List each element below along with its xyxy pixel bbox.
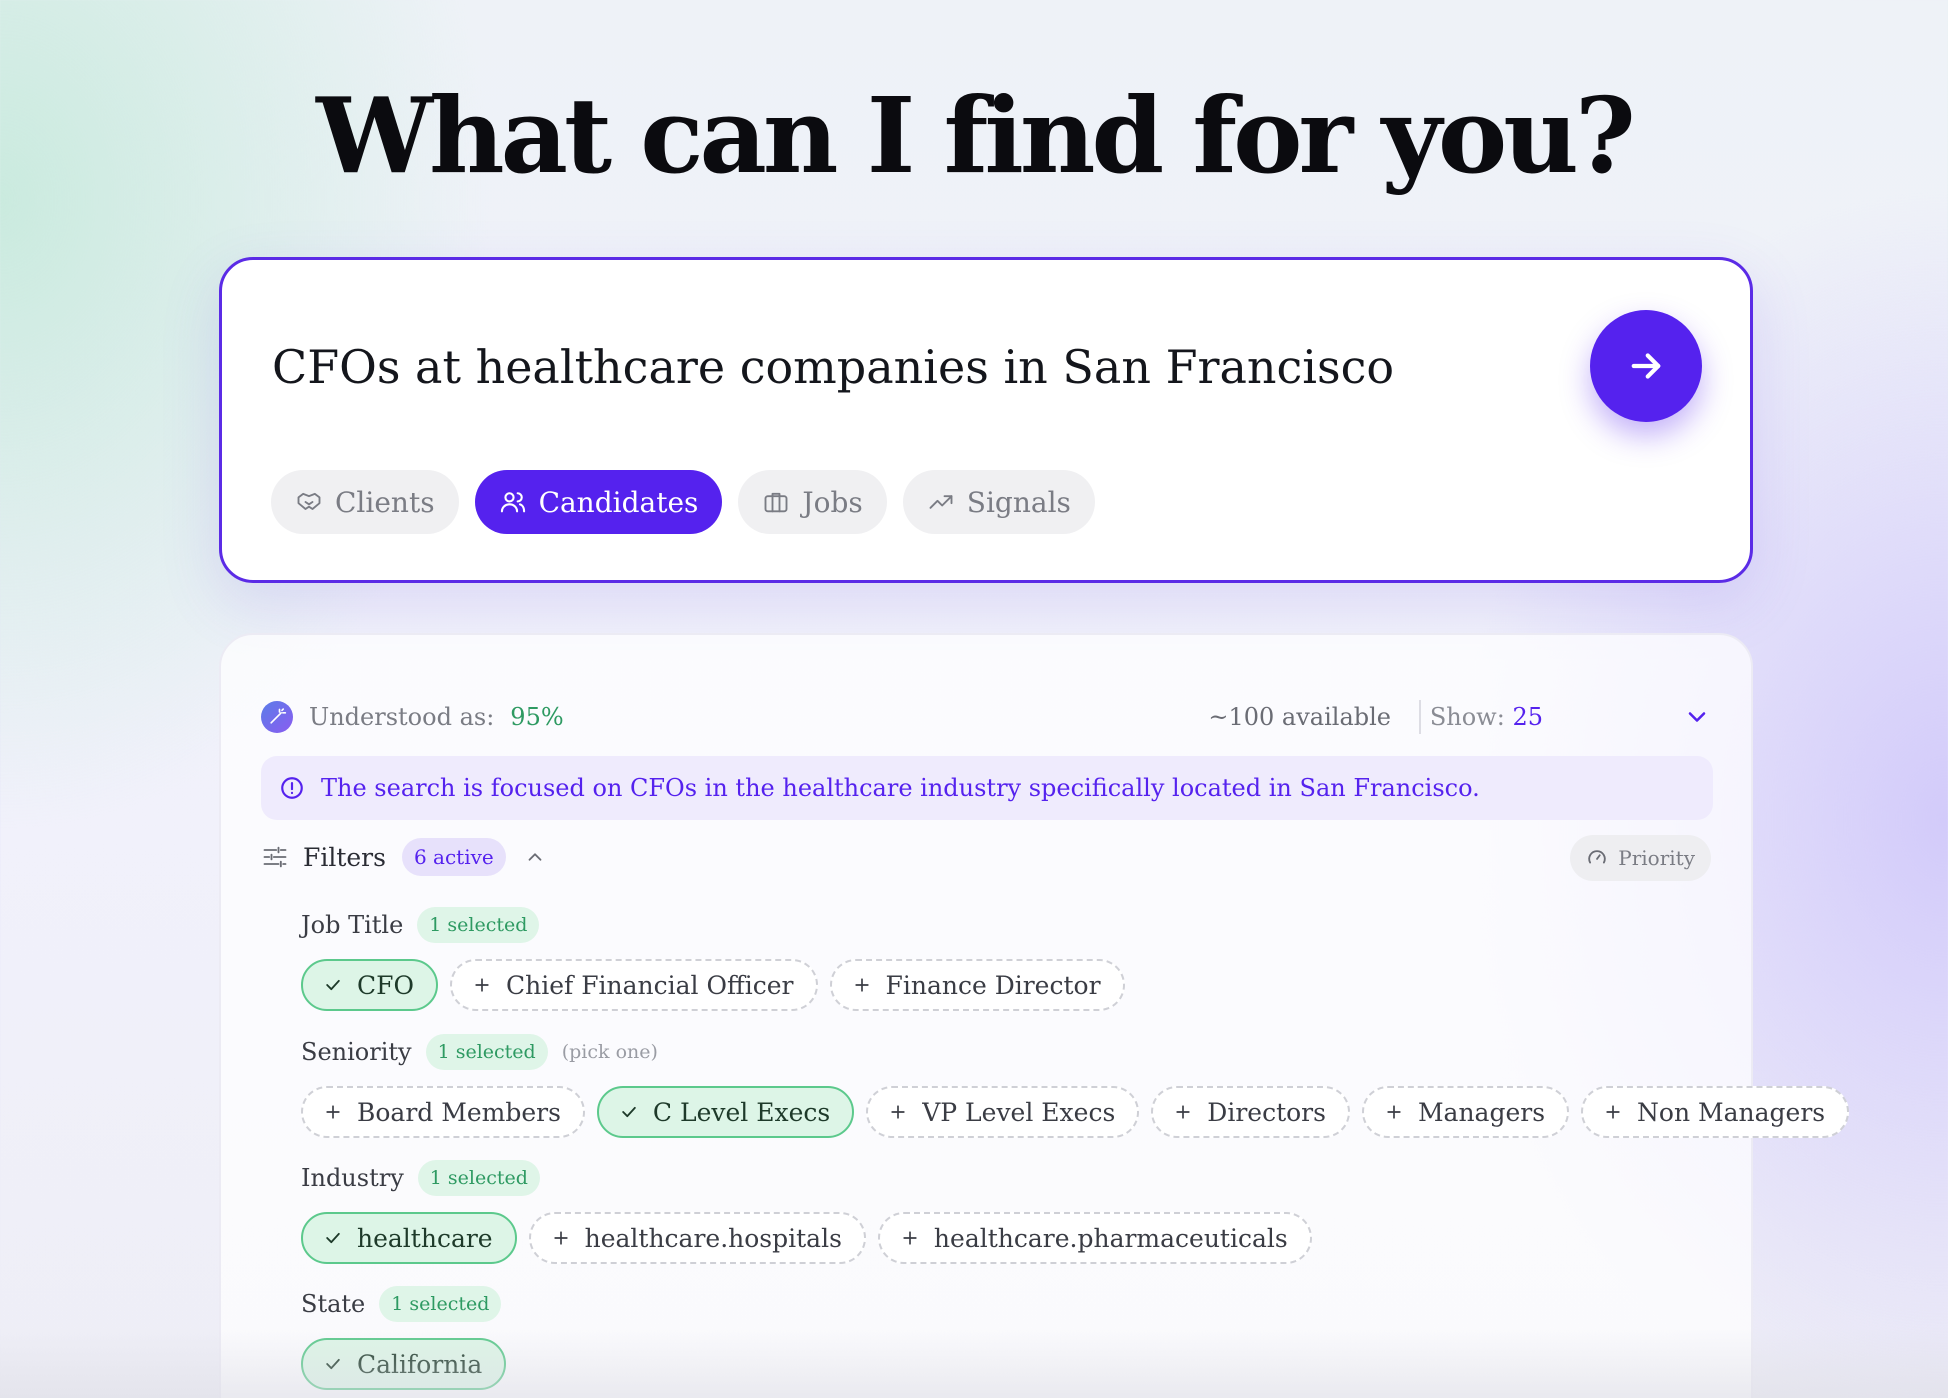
filters-label: Filters	[303, 842, 386, 872]
interpretation-banner: The search is focused on CFOs in the hea…	[261, 756, 1713, 820]
results-panel: Understood as: 95% ~100 available Show: …	[219, 633, 1850, 1398]
plus-icon	[326, 1105, 340, 1119]
page-title: What can I find for you?	[316, 74, 1636, 197]
chip-label: Board Members	[357, 1097, 561, 1127]
search-type-tabs: Clients Candidates Jobs Signals	[271, 470, 1095, 534]
briefcase-icon	[764, 492, 788, 513]
trending-up-icon	[929, 495, 953, 509]
selected-badge: 1 selected	[379, 1286, 502, 1322]
chip-label: Chief Financial Officer	[505, 970, 794, 1000]
tab-label: Candidates	[538, 485, 699, 519]
sliders-icon	[263, 846, 287, 868]
check-icon	[326, 979, 340, 991]
group-title: Seniority	[301, 1038, 412, 1066]
priority-button[interactable]: Priority	[1570, 835, 1711, 881]
show-value: 25	[1512, 703, 1543, 731]
understood-row: Understood as: 95% ~100 available Show: …	[261, 697, 1711, 737]
show-label: Show:	[1429, 703, 1505, 731]
chip-list: Board Members C Level Execs VP Level Execs…	[301, 1086, 1850, 1138]
tab-label: Signals	[966, 485, 1071, 519]
filter-chip[interactable]: Finance Director	[829, 959, 1125, 1011]
chip-label: Finance Director	[885, 970, 1101, 1000]
plus-icon	[891, 1105, 905, 1119]
filter-chip[interactable]: Non Managers	[1581, 1086, 1850, 1138]
check-icon	[326, 1232, 340, 1244]
group-title: Job Title	[301, 911, 404, 939]
filter-chip[interactable]: Board Members	[301, 1086, 585, 1138]
filters-header: Filters 6 active Priority	[261, 835, 1711, 881]
filter-chip[interactable]: Chief Financial Officer	[449, 959, 818, 1011]
tab-candidates[interactable]: Candidates	[474, 470, 723, 534]
filter-chip-selected[interactable]: C Level Execs	[596, 1086, 855, 1138]
plus-icon	[1606, 1105, 1620, 1119]
search-box[interactable]: CFOs at healthcare companies in San Fran…	[219, 257, 1753, 583]
chip-list: California	[301, 1338, 507, 1390]
filter-chip[interactable]: Directors	[1151, 1086, 1350, 1138]
chip-label: healthcare.hospitals	[584, 1223, 842, 1253]
check-icon	[622, 1106, 636, 1118]
arrow-right-icon	[1631, 353, 1661, 379]
filter-group-job-title: Job Title 1 selected CFO Chief Financial …	[301, 905, 1125, 1011]
filter-chip[interactable]: healthcare.hospitals	[528, 1212, 866, 1264]
chip-label: healthcare.pharmaceuticals	[933, 1223, 1288, 1253]
understood-percentage: 95%	[510, 703, 564, 731]
chip-label: Managers	[1417, 1097, 1546, 1127]
filter-chip-selected[interactable]: CFO	[301, 959, 438, 1011]
chip-label: CFO	[357, 970, 414, 1000]
chevron-up-icon[interactable]	[524, 846, 546, 868]
filter-chip[interactable]: VP Level Execs	[866, 1086, 1140, 1138]
filter-chip-selected[interactable]: California	[301, 1338, 507, 1390]
plus-icon	[854, 978, 869, 992]
tab-label: Jobs	[802, 485, 863, 519]
filter-group-industry: Industry 1 selected healthcare healthcare…	[301, 1158, 1312, 1264]
gauge-icon	[1588, 850, 1606, 864]
filter-chip-selected[interactable]: healthcare	[301, 1212, 517, 1264]
plus-icon	[553, 1231, 568, 1245]
chip-label: Non Managers	[1637, 1097, 1826, 1127]
plus-icon	[903, 1231, 917, 1245]
selected-badge: 1 selected	[417, 907, 540, 943]
tab-label: Clients	[335, 485, 435, 519]
filter-chip[interactable]: healthcare.pharmaceuticals	[877, 1212, 1312, 1264]
search-input[interactable]: CFOs at healthcare companies in San Fran…	[272, 340, 1394, 394]
group-title: State	[301, 1290, 366, 1318]
plus-icon	[1387, 1105, 1401, 1119]
chip-label: Directors	[1207, 1097, 1326, 1127]
submit-button[interactable]	[1590, 310, 1702, 422]
chip-label: healthcare	[357, 1223, 493, 1253]
chip-label: C Level Execs	[652, 1097, 831, 1127]
users-icon	[500, 492, 525, 513]
info-icon	[281, 777, 303, 799]
chevron-down-icon[interactable]	[1683, 703, 1711, 731]
plus-icon	[1176, 1105, 1190, 1119]
tab-clients[interactable]: Clients	[271, 470, 459, 534]
divider	[1419, 700, 1421, 734]
active-filters-badge: 6 active	[401, 838, 506, 876]
check-icon	[326, 1358, 340, 1370]
selected-badge: 1 selected	[425, 1034, 548, 1070]
filter-chip[interactable]: Managers	[1361, 1086, 1570, 1138]
priority-label: Priority	[1618, 846, 1695, 870]
interpretation-text: The search is focused on CFOs in the hea…	[321, 774, 1480, 802]
group-title: Industry	[301, 1164, 404, 1192]
chip-list: healthcare healthcare.hospitals healthcare…	[301, 1212, 1312, 1264]
tab-signals[interactable]: Signals	[902, 470, 1095, 534]
filter-group-state: State 1 selected California	[301, 1284, 507, 1390]
chip-label: VP Level Execs	[922, 1097, 1116, 1127]
tab-jobs[interactable]: Jobs	[738, 470, 887, 534]
plus-icon	[475, 978, 489, 992]
handshake-icon	[297, 492, 321, 510]
show-selector[interactable]: Show: 25	[1430, 703, 1543, 731]
selected-badge: 1 selected	[417, 1160, 540, 1196]
chip-label: California	[357, 1349, 483, 1379]
understood-label: Understood as:	[309, 703, 495, 731]
available-count: ~100 available	[1208, 703, 1391, 731]
pick-note: (pick one)	[561, 1041, 658, 1063]
filter-group-seniority: Seniority 1 selected (pick one) Board Me…	[301, 1032, 1850, 1138]
chip-list: CFO Chief Financial Officer Finance Direct…	[301, 959, 1125, 1011]
magic-wand-icon	[261, 701, 293, 733]
